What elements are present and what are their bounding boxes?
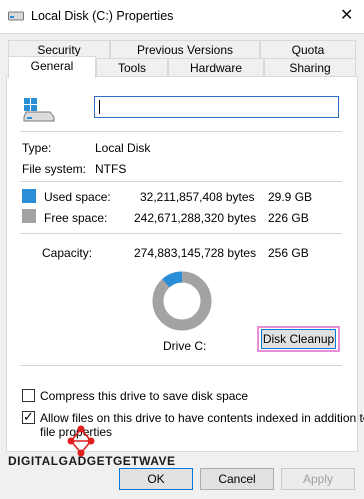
separator (20, 131, 342, 132)
free-space-gb: 226 GB (268, 211, 309, 225)
drive-large-icon (23, 98, 55, 122)
title-bar: Local Disk (C:) Properties ✕ (0, 0, 364, 33)
separator (20, 181, 342, 182)
apply-button[interactable]: Apply (281, 468, 355, 490)
tab-tools[interactable]: Tools (96, 58, 168, 78)
capacity-label: Capacity: (42, 246, 93, 260)
used-space-gb: 29.9 GB (268, 190, 313, 204)
compress-label: Compress this drive to save disk space (40, 389, 249, 403)
disk-usage-donut (152, 271, 212, 331)
tab-hardware[interactable]: Hardware (168, 58, 264, 78)
tab-sharing[interactable]: Sharing (264, 58, 356, 78)
donut-free-ring (152, 271, 212, 331)
compress-checkbox[interactable] (22, 389, 35, 402)
type-label: Type: (22, 141, 52, 155)
used-space-swatch (22, 189, 36, 203)
close-icon[interactable]: ✕ (340, 5, 353, 25)
free-space-swatch (22, 209, 36, 223)
separator (20, 233, 342, 234)
disk-cleanup-highlight: Disk Cleanup (257, 326, 340, 352)
text-caret (99, 100, 100, 114)
used-space-bytes: 32,211,857,408 bytes (140, 190, 255, 204)
drive-icon (8, 11, 24, 21)
window-title: Local Disk (C:) Properties (31, 9, 174, 23)
tab-quota[interactable]: Quota (260, 40, 356, 60)
used-space-label: Used space: (44, 190, 111, 204)
index-checkbox[interactable]: ✓ (22, 409, 35, 424)
tab-previous-versions[interactable]: Previous Versions (110, 40, 260, 60)
capacity-gb: 256 GB (268, 246, 309, 260)
ok-button[interactable]: OK (119, 468, 193, 490)
capacity-bytes: 274,883,145,728 bytes (134, 246, 257, 260)
drive-label: Drive C: (163, 339, 207, 353)
tab-general[interactable]: General (8, 56, 96, 78)
free-space-bytes: 242,671,288,320 bytes (134, 211, 257, 225)
free-space-label: Free space: (44, 211, 108, 225)
type-value: Local Disk (95, 141, 151, 155)
separator (20, 365, 342, 366)
cancel-button[interactable]: Cancel (200, 468, 274, 490)
watermark-text: DIGITALGADGETGETWAVE (8, 454, 176, 468)
checkmark-icon: ✓ (23, 409, 34, 424)
file-system-label: File system: (22, 162, 87, 176)
drive-name-input[interactable] (94, 96, 339, 118)
disk-cleanup-button[interactable]: Disk Cleanup (261, 329, 336, 349)
file-system-value: NTFS (95, 162, 127, 176)
